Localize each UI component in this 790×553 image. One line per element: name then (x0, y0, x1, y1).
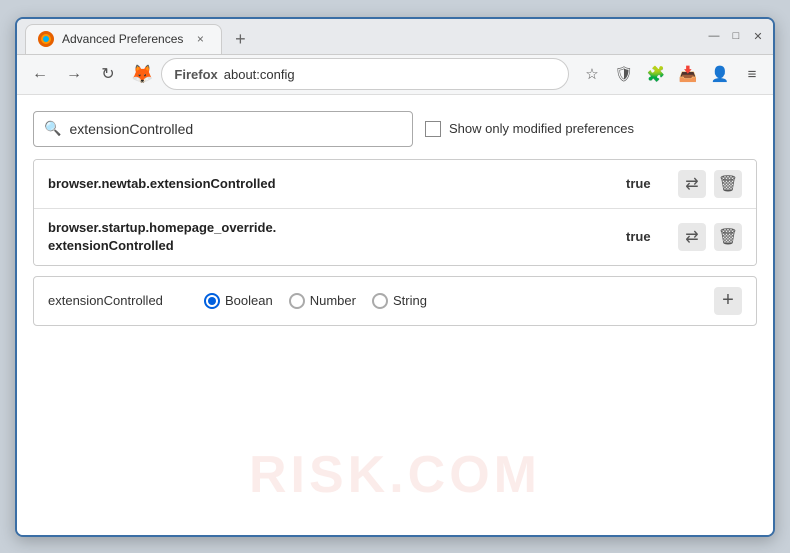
radio-string-circle (372, 293, 388, 309)
pref-name-2-line2: extensionControlled (48, 238, 174, 253)
download-icon[interactable]: 📥 (675, 61, 701, 87)
reset-button-1[interactable]: ⇄ (678, 170, 706, 198)
radio-boolean[interactable]: Boolean (204, 293, 273, 309)
new-tab-button[interactable]: + (226, 26, 254, 54)
radio-boolean-circle (204, 293, 220, 309)
tab-area: Advanced Preferences × + (25, 19, 699, 54)
menu-icon[interactable]: ≡ (739, 61, 765, 87)
search-input[interactable] (69, 121, 402, 137)
search-icon: 🔍 (44, 120, 61, 137)
bookmark-icon[interactable]: ☆ (579, 61, 605, 87)
results-table: browser.newtab.extensionControlled true … (33, 159, 757, 266)
extension-icon[interactable]: 🧩 (643, 61, 669, 87)
reset-icon-1: ⇄ (685, 174, 698, 194)
radio-number-circle (289, 293, 305, 309)
delete-icon-1: 🗑 (718, 174, 738, 194)
delete-button-2[interactable]: 🗑 (714, 223, 742, 251)
radio-number-label: Number (310, 293, 356, 308)
table-row: browser.startup.homepage_override. exten… (34, 209, 756, 265)
add-preference-button[interactable]: + (714, 287, 742, 315)
close-button[interactable]: ✕ (751, 29, 765, 43)
add-preference-row: extensionControlled Boolean Number Strin… (33, 276, 757, 326)
tab-close-button[interactable]: × (191, 30, 209, 48)
title-bar: Advanced Preferences × + — □ ✕ (17, 19, 773, 55)
reset-icon-2: ⇄ (685, 227, 698, 247)
pref-name-2-line1: browser.startup.homepage_override. (48, 220, 276, 235)
table-row: browser.newtab.extensionControlled true … (34, 160, 756, 209)
delete-icon-2: 🗑 (718, 227, 738, 247)
window-controls: — □ ✕ (707, 29, 765, 43)
checkbox-row: Show only modified preferences (425, 121, 634, 137)
radio-number[interactable]: Number (289, 293, 356, 309)
restore-button[interactable]: □ (729, 29, 743, 43)
active-tab[interactable]: Advanced Preferences × (25, 24, 222, 54)
nav-icons: ☆ 🛡 🧩 📥 👤 ≡ (579, 61, 765, 87)
tab-favicon (38, 31, 54, 47)
pref-value-2: true (626, 229, 666, 244)
pref-name-2: browser.startup.homepage_override. exten… (48, 219, 614, 255)
delete-button-1[interactable]: 🗑 (714, 170, 742, 198)
address-text: about:config (224, 67, 295, 82)
row-actions-2: ⇄ 🗑 (678, 223, 742, 251)
search-box[interactable]: 🔍 (33, 111, 413, 147)
radio-boolean-label: Boolean (225, 293, 273, 308)
row-actions-1: ⇄ 🗑 (678, 170, 742, 198)
reset-button-2[interactable]: ⇄ (678, 223, 706, 251)
modified-only-checkbox[interactable] (425, 121, 441, 137)
new-pref-name: extensionControlled (48, 293, 188, 308)
pref-name-1: browser.newtab.extensionControlled (48, 176, 614, 191)
nav-bar: ← → ↻ 🦊 Firefox about:config ☆ 🛡 🧩 📥 👤 ≡ (17, 55, 773, 95)
type-radio-group: Boolean Number String (204, 293, 698, 309)
content-area: RISK.COM 🔍 Show only modified preference… (17, 95, 773, 535)
profile-icon[interactable]: 👤 (707, 61, 733, 87)
watermark: RISK.COM (249, 445, 541, 505)
tab-title: Advanced Preferences (62, 32, 183, 46)
radio-string[interactable]: String (372, 293, 427, 309)
firefox-logo: 🦊 (131, 64, 153, 85)
minimize-button[interactable]: — (707, 29, 721, 43)
shield-icon[interactable]: 🛡 (611, 61, 637, 87)
search-row: 🔍 Show only modified preferences (33, 111, 757, 147)
forward-button[interactable]: → (59, 59, 89, 89)
browser-name: Firefox (174, 67, 217, 82)
pref-value-1: true (626, 176, 666, 191)
back-button[interactable]: ← (25, 59, 55, 89)
browser-window: Advanced Preferences × + — □ ✕ ← → ↻ 🦊 F… (15, 17, 775, 537)
radio-string-label: String (393, 293, 427, 308)
reload-button[interactable]: ↻ (93, 59, 123, 89)
address-bar[interactable]: Firefox about:config (161, 58, 569, 90)
checkbox-label: Show only modified preferences (449, 121, 634, 136)
